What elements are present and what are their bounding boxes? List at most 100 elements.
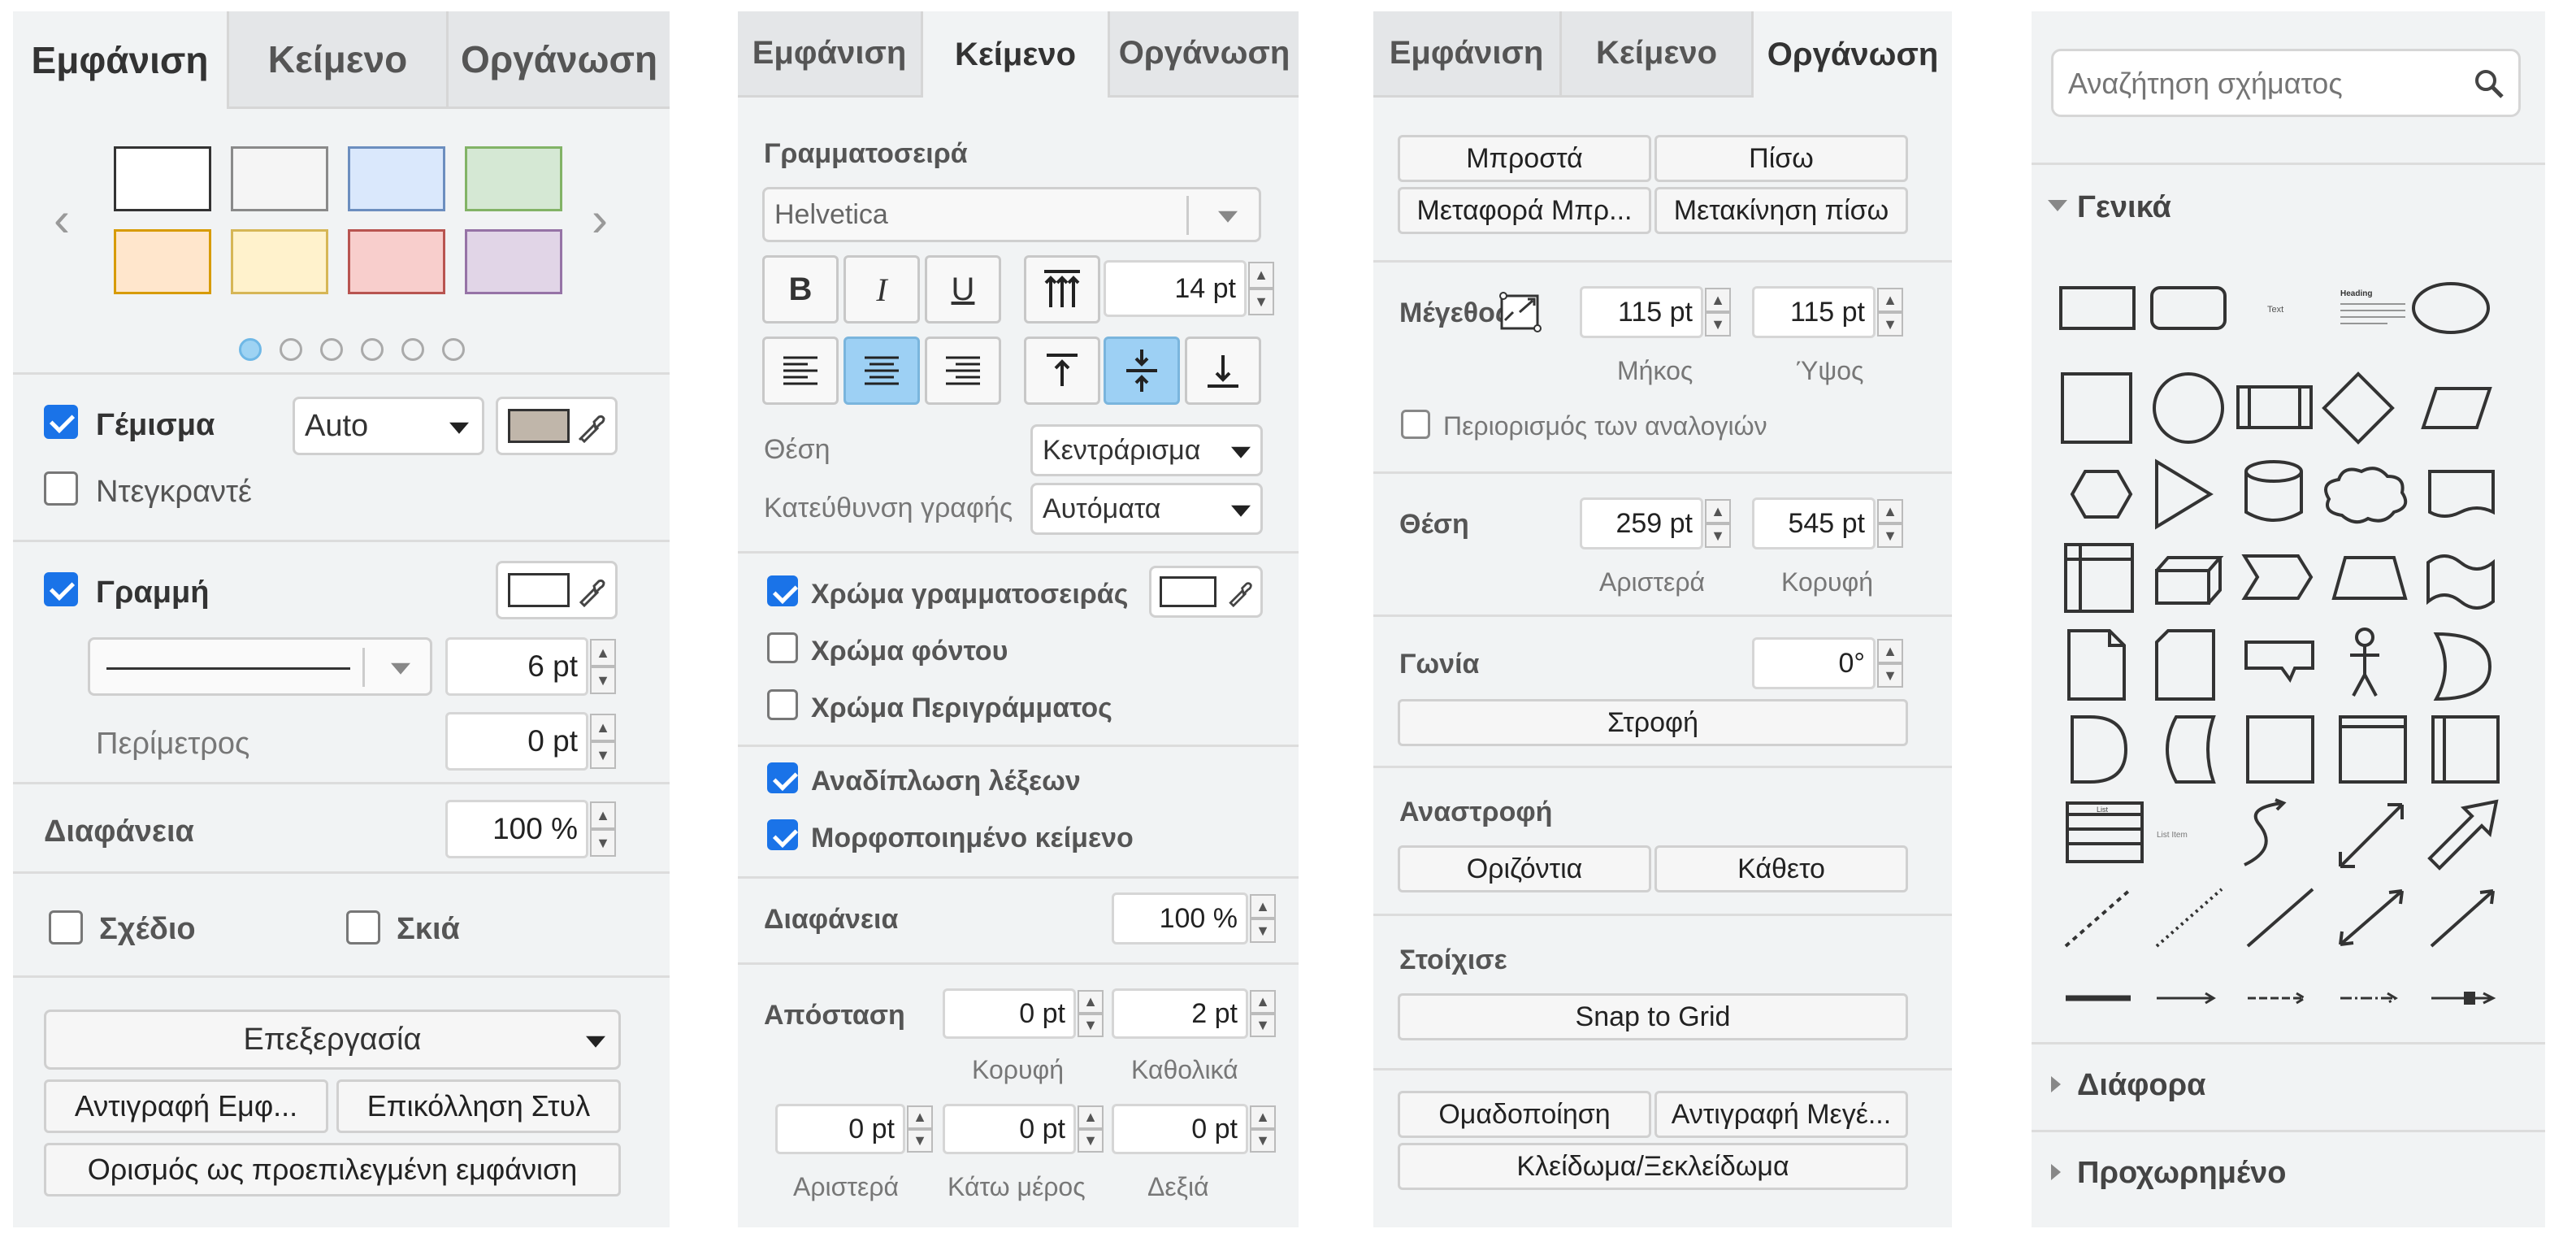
line-width-input[interactable]: 6 pt: [445, 637, 588, 696]
eyedropper-icon[interactable]: [575, 575, 607, 611]
vertical-text-button[interactable]: [1024, 255, 1100, 324]
underline-button[interactable]: U: [925, 255, 1001, 324]
spacing-bottom-stepper[interactable]: ▲ ▼: [1078, 1105, 1104, 1153]
align-right-button[interactable]: [925, 337, 1001, 405]
bring-forward-button[interactable]: Μεταφορά Μπρ...: [1398, 187, 1651, 234]
fill-checkbox[interactable]: [44, 405, 78, 439]
font-color-checkbox[interactable]: [767, 575, 798, 606]
top-stepper[interactable]: ▲ ▼: [1877, 499, 1903, 548]
align-top-button[interactable]: [1024, 337, 1100, 405]
font-family-select[interactable]: Helvetica: [762, 187, 1261, 242]
copy-style-button[interactable]: Αντιγραφή Εμφ...: [44, 1079, 328, 1133]
tab-style[interactable]: Εμφάνιση: [1373, 11, 1562, 98]
to-back-button[interactable]: Πίσω: [1654, 135, 1908, 182]
group-button[interactable]: Ομαδοποίηση: [1398, 1091, 1651, 1138]
style-swatch[interactable]: [465, 146, 562, 211]
angle-stepper[interactable]: ▲ ▼: [1877, 639, 1903, 688]
send-backward-button[interactable]: Μετακίνηση πίσω: [1654, 187, 1908, 234]
tab-arrange[interactable]: Οργάνωση: [1110, 11, 1299, 98]
line-checkbox[interactable]: [44, 572, 78, 606]
spacing-left-input[interactable]: 0 pt: [775, 1104, 905, 1154]
spacing-bottom-input[interactable]: 0 pt: [943, 1104, 1076, 1154]
general-section-header[interactable]: Γενικά: [2077, 192, 2171, 223]
pager-dot[interactable]: [401, 338, 424, 361]
align-left-button[interactable]: [762, 337, 839, 405]
lock-unlock-button[interactable]: Κλείδωμα/Ξεκλείδωμα: [1398, 1143, 1908, 1190]
tab-text[interactable]: Κείμενο: [1562, 11, 1754, 98]
pager-dot[interactable]: [442, 338, 465, 361]
paste-style-button[interactable]: Επικόλληση Στυλ: [336, 1079, 621, 1133]
line-color-button[interactable]: [496, 561, 618, 619]
shape-search-field[interactable]: [2051, 49, 2521, 117]
opacity-input[interactable]: 100 %: [445, 800, 588, 858]
left-stepper[interactable]: ▲ ▼: [1705, 499, 1731, 548]
gradient-checkbox[interactable]: [44, 471, 78, 506]
style-swatch[interactable]: [231, 146, 328, 211]
bold-button[interactable]: B: [762, 255, 839, 324]
misc-section-header[interactable]: Διάφορα: [2077, 1070, 2206, 1101]
angle-input[interactable]: 0°: [1752, 637, 1876, 689]
text-position-select[interactable]: Κεντράρισμα: [1030, 424, 1263, 476]
tab-text[interactable]: Κείμενο: [229, 11, 449, 109]
style-swatch[interactable]: [465, 229, 562, 294]
text-opacity-input[interactable]: 100 %: [1112, 892, 1248, 945]
eyedropper-icon[interactable]: [1225, 578, 1254, 611]
top-input[interactable]: 545 pt: [1752, 497, 1876, 549]
style-swatch[interactable]: [114, 146, 211, 211]
pager-dot-active[interactable]: [239, 338, 262, 361]
left-input[interactable]: 259 pt: [1580, 497, 1703, 549]
swatch-prev-icon[interactable]: ‹: [54, 195, 70, 244]
spacing-right-stepper[interactable]: ▲ ▼: [1250, 1105, 1276, 1153]
writing-direction-select[interactable]: Αυτόματα: [1030, 483, 1263, 535]
autosize-icon[interactable]: [1497, 288, 1546, 341]
tab-style[interactable]: Εμφάνιση: [738, 11, 923, 98]
constrain-proportions-checkbox[interactable]: [1401, 410, 1430, 439]
tab-arrange[interactable]: Οργάνωση: [449, 11, 670, 109]
line-pattern-select[interactable]: [88, 637, 432, 696]
spacing-top-input[interactable]: 0 pt: [943, 988, 1076, 1039]
align-middle-button[interactable]: [1104, 337, 1180, 405]
opacity-stepper[interactable]: ▲ ▼: [590, 801, 616, 857]
formatted-text-checkbox[interactable]: [767, 819, 798, 850]
height-input[interactable]: 115 pt: [1752, 286, 1876, 338]
style-swatch[interactable]: [348, 229, 445, 294]
triangle-right-icon[interactable]: [2051, 1164, 2061, 1180]
background-color-checkbox[interactable]: [767, 632, 798, 663]
search-icon[interactable]: [2473, 67, 2505, 100]
font-color-button[interactable]: [1149, 566, 1263, 618]
spacing-left-stepper[interactable]: ▲ ▼: [907, 1105, 933, 1153]
spacing-top-stepper[interactable]: ▲ ▼: [1078, 990, 1104, 1037]
fill-mode-select[interactable]: Auto: [293, 397, 484, 455]
flip-vertical-button[interactable]: Κάθετο: [1654, 845, 1908, 892]
perimeter-input[interactable]: 0 pt: [445, 712, 588, 771]
tab-arrange[interactable]: Οργάνωση: [1754, 11, 1952, 98]
spacing-right-input[interactable]: 0 pt: [1112, 1104, 1248, 1154]
edit-style-select[interactable]: Επεξεργασία: [44, 1010, 621, 1070]
fill-color-button[interactable]: [496, 397, 618, 455]
copy-size-button[interactable]: Αντιγραφή Μεγέ...: [1654, 1091, 1908, 1138]
align-center-button[interactable]: [843, 337, 920, 405]
width-stepper[interactable]: ▲ ▼: [1705, 288, 1731, 337]
swatch-next-icon[interactable]: ›: [592, 195, 608, 244]
pager-dot[interactable]: [280, 338, 302, 361]
style-swatch[interactable]: [231, 229, 328, 294]
shape-search-input[interactable]: [2066, 63, 2460, 105]
pager-dot[interactable]: [320, 338, 343, 361]
font-size-stepper[interactable]: ▲ ▼: [1248, 262, 1274, 315]
style-swatch[interactable]: [114, 229, 211, 294]
to-front-button[interactable]: Μπροστά: [1398, 135, 1651, 182]
word-wrap-checkbox[interactable]: [767, 762, 798, 793]
font-size-input[interactable]: 14 pt: [1104, 260, 1247, 317]
flip-horizontal-button[interactable]: Οριζόντια: [1398, 845, 1651, 892]
triangle-right-icon[interactable]: [2051, 1076, 2061, 1092]
rotate-button[interactable]: Στροφή: [1398, 699, 1908, 746]
spacing-global-stepper[interactable]: ▲ ▼: [1250, 990, 1276, 1037]
sketch-checkbox[interactable]: [49, 910, 83, 945]
shadow-checkbox[interactable]: [346, 910, 380, 945]
spacing-global-input[interactable]: 2 pt: [1112, 988, 1248, 1039]
eyedropper-icon[interactable]: [575, 410, 607, 447]
triangle-down-icon[interactable]: [2048, 200, 2067, 211]
align-bottom-button[interactable]: [1185, 337, 1261, 405]
snap-to-grid-button[interactable]: Snap to Grid: [1398, 993, 1908, 1040]
italic-button[interactable]: I: [843, 255, 920, 324]
